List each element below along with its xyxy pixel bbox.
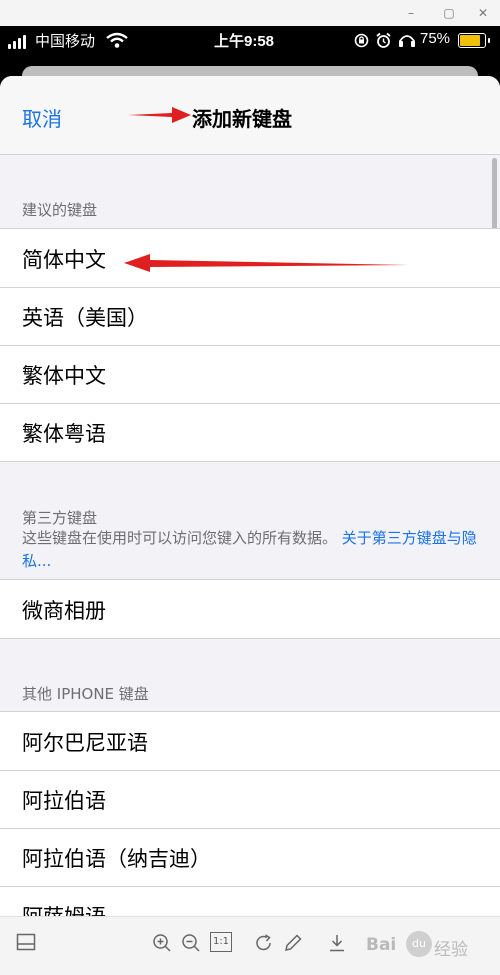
keyboard-item-albanian[interactable]: 阿尔巴尼亚语 bbox=[0, 712, 500, 770]
clock: 上午9:58 bbox=[214, 33, 275, 50]
zoom-out-icon[interactable] bbox=[181, 933, 201, 953]
keyboard-item-arabic[interactable]: 阿拉伯语 bbox=[0, 770, 500, 828]
list-item-label: 英语（美国） bbox=[22, 306, 148, 330]
list-item-label: 阿拉伯语（纳吉迪） bbox=[22, 847, 211, 871]
actual-size-button[interactable]: 1:1 bbox=[210, 932, 232, 952]
list-item-label: 阿尔巴尼亚语 bbox=[22, 731, 148, 755]
download-icon[interactable] bbox=[327, 933, 347, 953]
section-header-suggested: 建议的键盘 bbox=[22, 201, 98, 219]
zoom-in-icon[interactable] bbox=[152, 933, 172, 953]
headphones-icon bbox=[399, 35, 415, 47]
status-bar: 中国移动 上午9:58 75% bbox=[0, 26, 500, 54]
close-button[interactable]: ✕ bbox=[474, 4, 492, 22]
keyboard-item-english-us[interactable]: 英语（美国） bbox=[0, 287, 500, 345]
section-header-third-party: 第三方键盘 bbox=[22, 509, 98, 527]
wifi-icon bbox=[106, 32, 128, 48]
window-title-bar: – ▢ ✕ bbox=[0, 0, 500, 26]
battery-percent: 75% bbox=[420, 30, 451, 47]
keyboard-item-arabic-najdi[interactable]: 阿拉伯语（纳吉迪） bbox=[0, 828, 500, 886]
rotation-lock-icon bbox=[354, 33, 369, 48]
list-item-label: 繁体中文 bbox=[22, 364, 106, 388]
navigation-bar: 取消 添加新键盘 bbox=[0, 76, 500, 155]
keyboard-item-traditional-chinese[interactable]: 繁体中文 bbox=[0, 345, 500, 403]
thumbnail-panel-icon[interactable] bbox=[16, 933, 36, 951]
annotation-arrow-title bbox=[128, 107, 191, 123]
keyboard-item-traditional-cantonese[interactable]: 繁体粤语 bbox=[0, 403, 500, 461]
list-item-label: 微商相册 bbox=[22, 599, 106, 623]
list-item-label: 阿拉伯语 bbox=[22, 789, 106, 813]
carrier-name: 中国移动 bbox=[35, 33, 96, 50]
third-party-keyboards-list: 微商相册 bbox=[0, 579, 500, 639]
annotation-arrow-simplified-chinese bbox=[124, 254, 409, 272]
add-keyboard-sheet: 取消 添加新键盘 建议的键盘 简体中文 英语（美国） 繁体中文 繁体粤语 第三方… bbox=[0, 76, 500, 916]
cancel-button[interactable]: 取消 bbox=[22, 103, 62, 132]
list-item-label: 阿萨姆语 bbox=[22, 901, 106, 916]
viewer-toolbar: 1:1 Bai du 经验 bbox=[0, 916, 500, 975]
alarm-icon bbox=[376, 32, 391, 48]
maximize-button[interactable]: ▢ bbox=[440, 4, 458, 22]
rotate-icon[interactable] bbox=[254, 933, 274, 953]
keyboard-item-assamese[interactable]: 阿萨姆语 bbox=[0, 886, 500, 916]
page-title: 添加新键盘 bbox=[192, 107, 292, 131]
battery-tip bbox=[488, 38, 490, 43]
minimize-button[interactable]: – bbox=[402, 4, 420, 22]
list-item-label: 简体中文 bbox=[22, 248, 106, 272]
section-footer-third-party: 这些键盘在使用时可以访问您键入的所有数据。 关于第三方键盘与隐私... bbox=[22, 527, 478, 573]
watermark-brand: Bai bbox=[366, 935, 397, 955]
keyboard-item-weishang-album[interactable]: 微商相册 bbox=[0, 580, 500, 638]
battery-icon bbox=[458, 33, 486, 48]
other-keyboards-list: 阿尔巴尼亚语 阿拉伯语 阿拉伯语（纳吉迪） 阿萨姆语 bbox=[0, 711, 500, 916]
watermark-subtitle: 经验 bbox=[434, 940, 468, 960]
edit-pencil-icon[interactable] bbox=[283, 933, 303, 953]
privacy-note: 这些键盘在使用时可以访问您键入的所有数据。 bbox=[22, 529, 338, 547]
section-header-other: 其他 IPHONE 键盘 bbox=[22, 685, 149, 703]
list-item-label: 繁体粤语 bbox=[22, 422, 106, 446]
watermark-paw-icon: du bbox=[406, 931, 432, 957]
